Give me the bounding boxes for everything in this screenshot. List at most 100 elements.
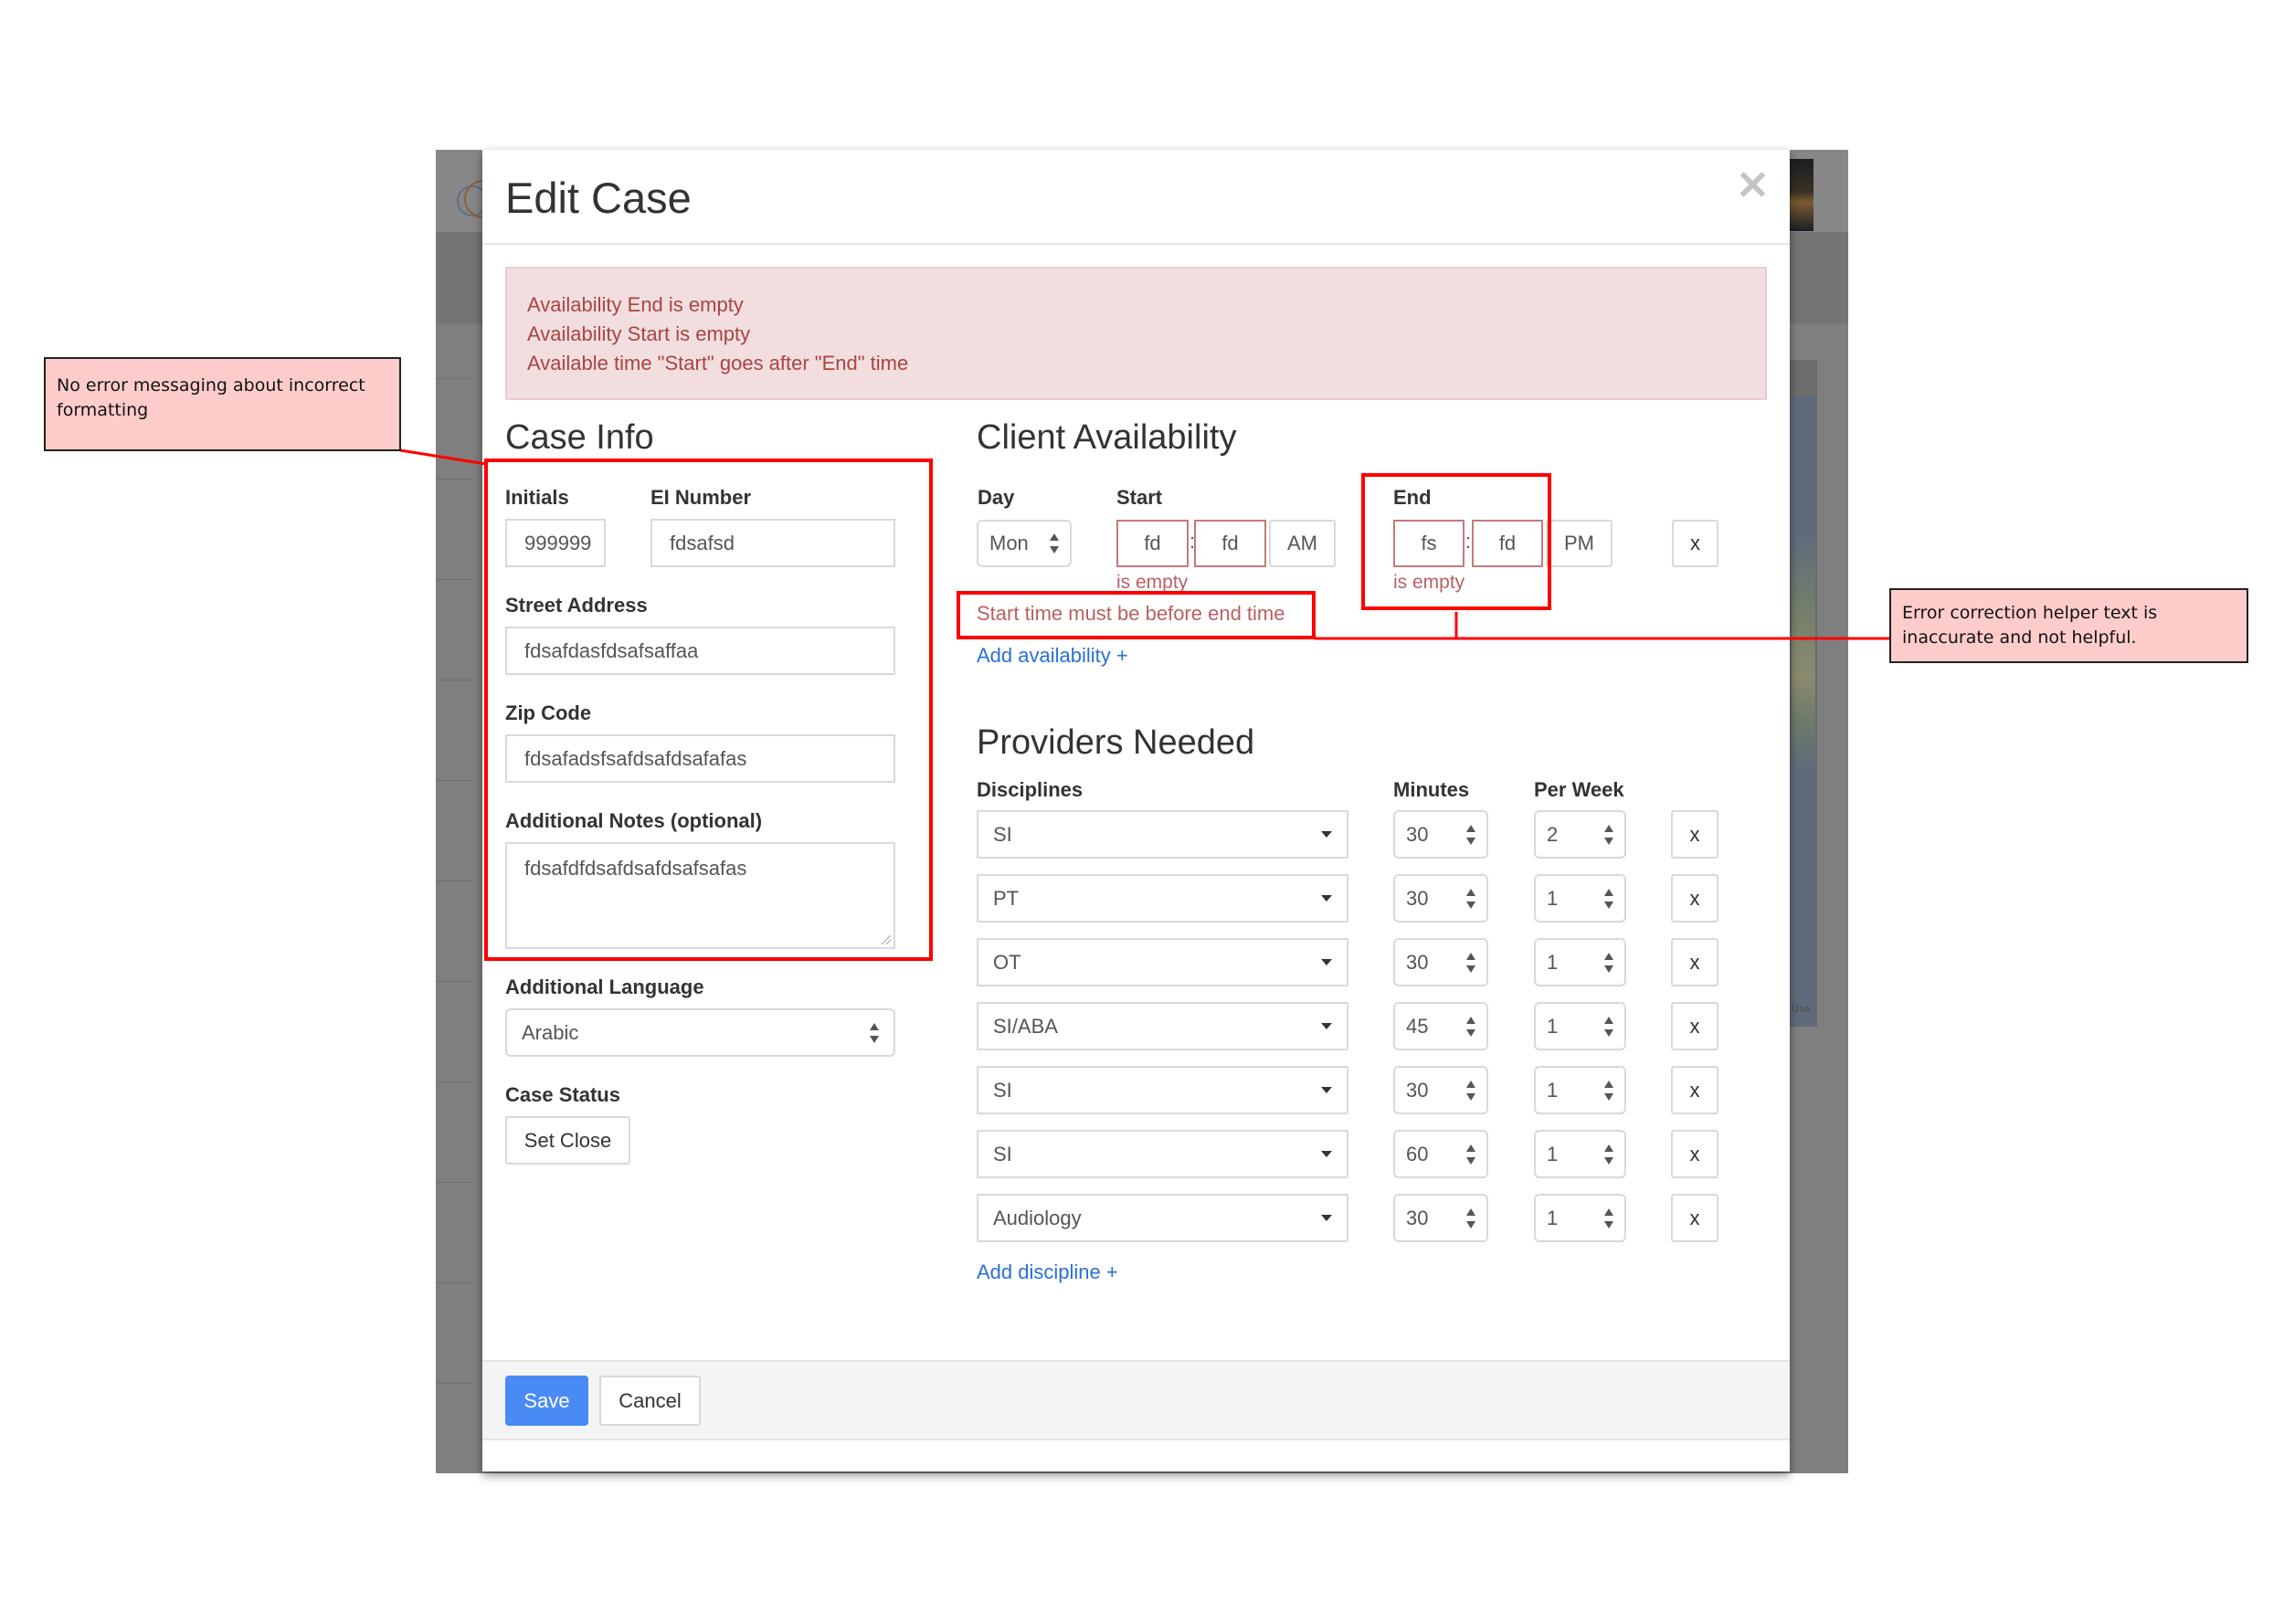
stepper-arrows-icon [1604,952,1613,973]
minutes-value: 30 [1406,886,1429,910]
per-week-stepper[interactable]: 1 [1534,1194,1626,1242]
start-minute-input[interactable]: fd [1194,520,1266,567]
per-week-value: 1 [1547,886,1559,910]
dropdown-caret-icon [1321,959,1332,965]
background-divider [436,981,472,982]
dropdown-caret-icon [1321,895,1332,902]
discipline-select[interactable]: SI [977,1066,1348,1114]
discipline-value: OT [993,950,1021,974]
additional-language-select[interactable]: Arabic [505,1008,895,1057]
per-week-stepper[interactable]: 1 [1534,874,1626,923]
providers-needed-heading: Providers Needed [977,723,1255,762]
discipline-select[interactable]: SI/ABA [977,1002,1348,1050]
per-week-value: 1 [1547,1014,1559,1038]
per-week-value: 2 [1547,822,1559,846]
dropdown-caret-icon [1321,1087,1332,1093]
case-status-label: Case Status [505,1083,620,1106]
save-button[interactable]: Save [505,1376,588,1426]
close-icon[interactable]: ✕ [1736,166,1770,206]
annotation-highlight-order-error [957,591,1316,639]
minutes-stepper[interactable]: 30 [1393,1194,1488,1242]
minutes-value: 30 [1406,822,1429,846]
annotation-callout-right: Error correction helper text is inaccura… [1889,588,2248,663]
minutes-stepper[interactable]: 30 [1393,1066,1488,1114]
add-availability-link[interactable]: Add availability + [977,646,1128,666]
user-avatar [1790,159,1813,231]
minutes-value: 30 [1406,1078,1429,1102]
minutes-stepper[interactable]: 30 [1393,810,1488,859]
remove-discipline-button[interactable]: x [1671,1002,1718,1050]
background-divider [436,1383,472,1384]
stepper-arrows-icon [1466,952,1475,973]
minutes-stepper[interactable]: 30 [1393,938,1488,986]
remove-discipline-button[interactable]: x [1671,810,1718,859]
minutes-value: 45 [1406,1014,1429,1038]
stepper-arrows-icon [1466,1080,1475,1101]
per-week-stepper[interactable]: 1 [1534,1066,1626,1114]
background-divider [436,1282,472,1283]
minutes-stepper[interactable]: 30 [1393,874,1488,923]
per-week-value: 1 [1547,950,1559,974]
dropdown-caret-icon [1321,1215,1332,1221]
remove-discipline-button[interactable]: x [1671,874,1718,923]
dropdown-caret-icon [1321,1023,1332,1029]
case-info-heading: Case Info [505,418,654,457]
discipline-value: SI/ABA [993,1014,1058,1038]
dropdown-caret-icon [1321,831,1332,838]
remove-discipline-button[interactable]: x [1671,938,1718,986]
background-divider [436,780,472,781]
background-divider [436,1182,472,1183]
day-label: Day [978,486,1015,509]
annotation-highlight-end-time [1361,473,1551,610]
alert-message: Availability Start is empty [527,322,751,345]
minutes-value: 30 [1406,950,1429,974]
stepper-arrows-icon [1604,824,1613,845]
modal-footer: Save Cancel [482,1360,1790,1440]
day-select[interactable]: Mon [977,520,1072,567]
stepper-arrows-icon [1466,1144,1475,1165]
additional-language-label: Additional Language [505,975,704,998]
discipline-select[interactable]: OT [977,938,1348,986]
end-meridiem-toggle[interactable]: PM [1546,520,1613,567]
background-divider [436,1081,472,1082]
background-map-land [1792,533,1815,771]
remove-discipline-button[interactable]: x [1671,1130,1718,1178]
annotation-callout-left: No error messaging about incorrect forma… [44,357,401,451]
remove-discipline-button[interactable]: x [1671,1066,1718,1114]
discipline-value: SI [993,1142,1012,1165]
minutes-stepper[interactable]: 45 [1393,1002,1488,1050]
start-label: Start [1116,486,1163,509]
day-value: Mon [989,532,1029,554]
stepper-arrows-icon [1466,888,1475,909]
annotation-highlight-case-info [484,459,933,961]
discipline-select[interactable]: SI [977,810,1348,859]
per-week-value: 1 [1547,1078,1559,1102]
stepper-arrows-icon [1604,1080,1613,1101]
alert-message: Availability End is empty [527,293,744,316]
background-map-header [1790,360,1817,396]
per-week-stepper[interactable]: 2 [1534,810,1626,859]
discipline-select[interactable]: Audiology [977,1194,1348,1242]
per-week-stepper[interactable]: 1 [1534,938,1626,986]
minutes-value: 60 [1406,1142,1429,1165]
set-close-button[interactable]: Set Close [505,1116,630,1165]
remove-discipline-button[interactable]: x [1671,1194,1718,1242]
background-divider [436,378,472,379]
per-week-stepper[interactable]: 1 [1534,1130,1626,1178]
discipline-select[interactable]: PT [977,874,1348,923]
client-availability-heading: Client Availability [977,418,1237,457]
start-meridiem-toggle[interactable]: AM [1269,520,1336,567]
stepper-arrows-icon [1604,1207,1613,1229]
start-empty-error: is empty [1116,572,1189,593]
stepper-arrows-icon [1604,888,1613,909]
start-hour-input[interactable]: fd [1116,520,1189,567]
stepper-arrows-icon [1466,824,1475,845]
per-week-stepper[interactable]: 1 [1534,1002,1626,1050]
add-discipline-link[interactable]: Add discipline + [977,1262,1118,1282]
remove-availability-button[interactable]: x [1672,520,1718,567]
background-divider [436,479,472,480]
minutes-stepper[interactable]: 60 [1393,1130,1488,1178]
cancel-button[interactable]: Cancel [599,1376,701,1426]
per-week-value: 1 [1547,1206,1559,1229]
discipline-select[interactable]: SI [977,1130,1348,1178]
